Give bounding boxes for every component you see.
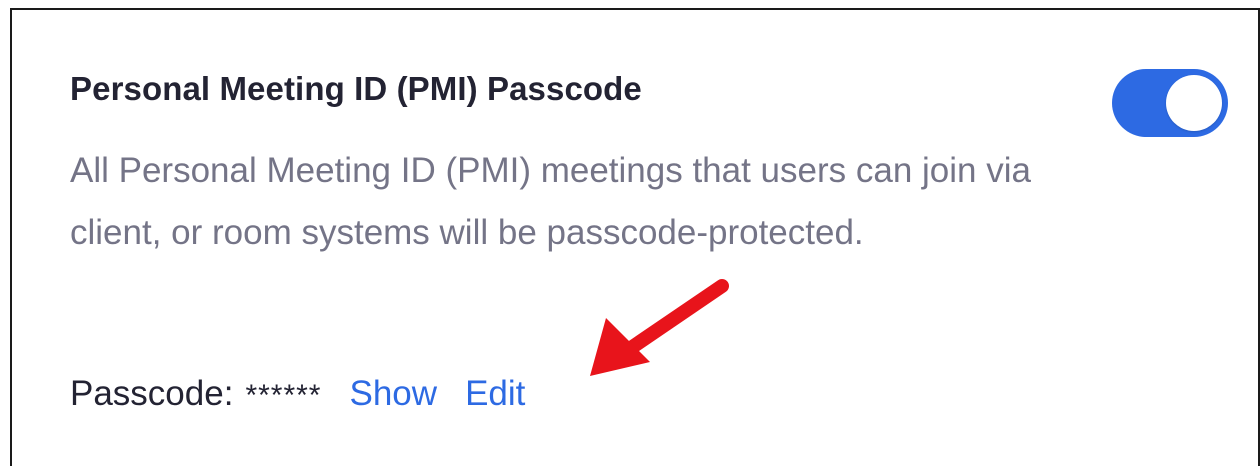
passcode-row: Passcode: ****** Show Edit xyxy=(70,374,525,424)
setting-description: All Personal Meeting ID (PMI) meetings t… xyxy=(70,151,1031,252)
pmi-passcode-toggle[interactable] xyxy=(1112,69,1228,137)
passcode-masked-value: ****** xyxy=(245,379,322,412)
passcode-label: Passcode: xyxy=(70,374,234,413)
edit-passcode-link[interactable]: Edit xyxy=(465,374,525,414)
setting-title: Personal Meeting ID (PMI) Passcode xyxy=(70,70,642,107)
toggle-knob xyxy=(1166,75,1222,131)
show-passcode-link[interactable]: Show xyxy=(350,374,438,414)
